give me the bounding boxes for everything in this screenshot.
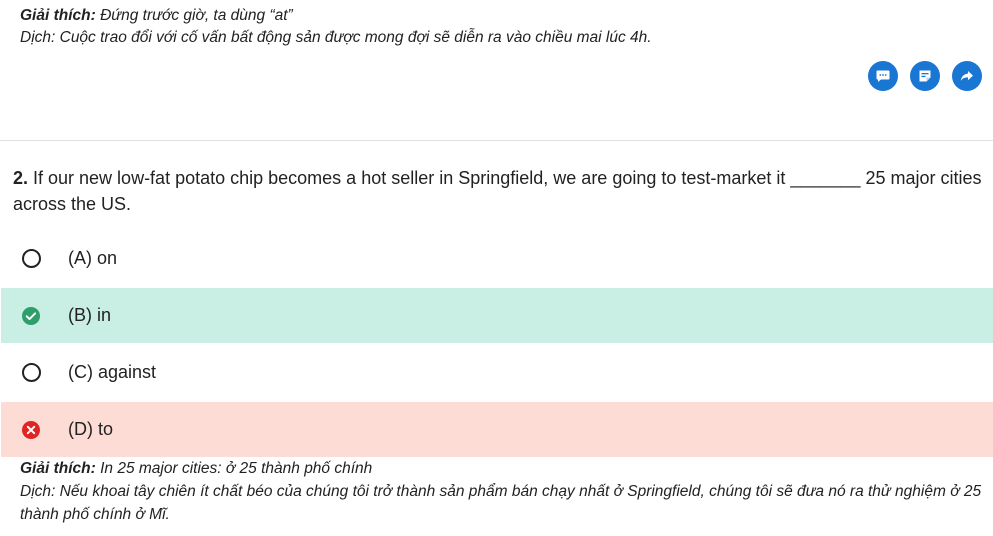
share-icon (960, 71, 973, 81)
comment-button[interactable] (868, 61, 898, 91)
option-a[interactable]: (A) on (1, 231, 993, 286)
note-icon (919, 70, 931, 82)
radio-unselected-icon[interactable] (21, 249, 41, 269)
option-label: (A) on (68, 248, 118, 268)
question-body: If our new low-fat potato chip becomes a… (13, 168, 982, 214)
question-actions (868, 61, 982, 91)
option-b[interactable]: (B) in (1, 288, 993, 343)
previous-explanation-line: Giải thích: Đứng trước giờ, ta dùng “at” (20, 5, 980, 27)
explanation-label: Giải thích: (20, 460, 96, 477)
answer-explanation: Giải thích: In 25 major cities: ở 25 thà… (20, 457, 985, 526)
wrong-x-icon (21, 420, 41, 440)
option-label: (C) against (68, 362, 157, 382)
option-c[interactable]: (C) against (1, 345, 993, 400)
option-label: (B) in (68, 305, 112, 325)
correct-check-icon (21, 306, 41, 326)
explanation-label: Giải thích: (20, 7, 96, 24)
option-label: (D) to (68, 419, 113, 439)
question-text: 2. If our new low-fat potato chip become… (13, 165, 983, 217)
option-d[interactable]: (D) to (1, 402, 993, 457)
note-button[interactable] (910, 61, 940, 91)
explanation-text: Đứng trước giờ, ta dùng “at” (95, 7, 293, 24)
section-divider (0, 140, 993, 141)
explanation-translation: Dịch: Nếu khoai tây chiên ít chất béo củ… (20, 483, 982, 523)
explanation-line: Giải thích: In 25 major cities: ở 25 thà… (20, 457, 985, 480)
previous-explanation: Giải thích: Đứng trước giờ, ta dùng “at”… (20, 5, 980, 49)
previous-translation: Dịch: Cuộc trao đổi với cố vấn bất động … (20, 29, 652, 46)
question-number: 2. (13, 168, 29, 188)
radio-unselected-icon[interactable] (21, 363, 41, 383)
share-button[interactable] (952, 61, 982, 91)
comment-icon (876, 70, 890, 82)
explanation-text: In 25 major cities: ở 25 thành phố chính (95, 460, 373, 477)
